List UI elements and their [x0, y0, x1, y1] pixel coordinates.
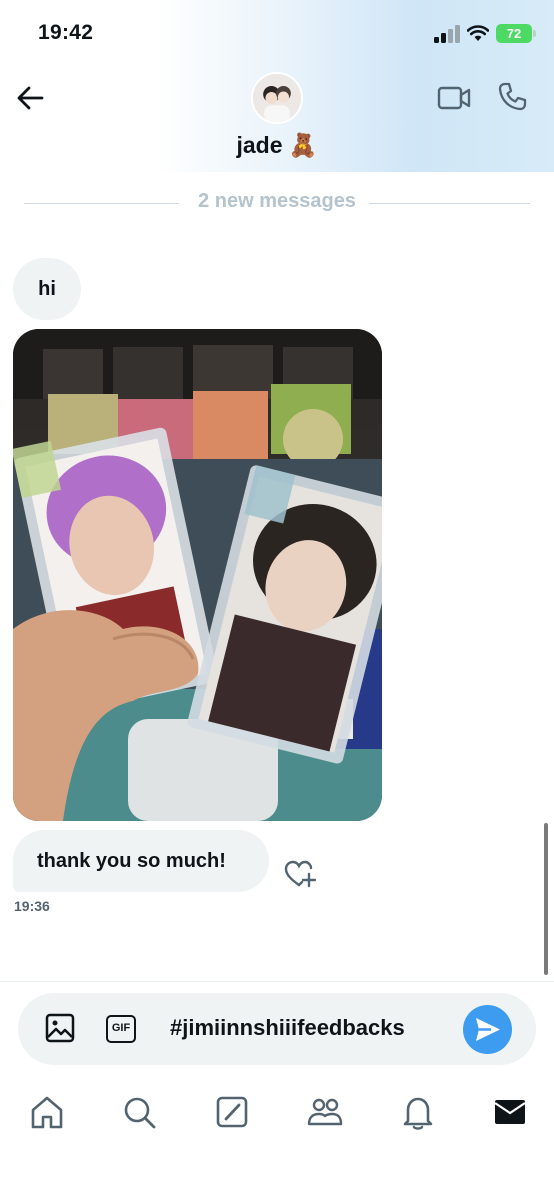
scrollbar[interactable]: [544, 823, 548, 975]
wifi-icon: [467, 25, 489, 41]
composer-divider: [0, 981, 554, 982]
photo-image: [13, 329, 382, 821]
status-time: 19:42: [38, 21, 94, 44]
image-icon[interactable]: [45, 1013, 75, 1043]
bell-icon[interactable]: [396, 1090, 440, 1134]
message-timestamp: 19:36: [14, 898, 50, 914]
gif-icon[interactable]: GIF: [106, 1015, 136, 1043]
message-photo[interactable]: [13, 329, 382, 821]
heart-plus-icon[interactable]: [283, 858, 317, 890]
new-messages-divider: 2 new messages: [24, 186, 530, 218]
video-call-icon[interactable]: [437, 83, 471, 113]
grok-icon[interactable]: [210, 1090, 254, 1134]
send-button[interactable]: [463, 1005, 512, 1054]
search-icon[interactable]: [117, 1090, 161, 1134]
status-bar: 19:42 72: [0, 0, 554, 66]
signal-icon: [434, 25, 460, 43]
message-bubble[interactable]: thank you so much!: [13, 830, 269, 892]
communities-icon[interactable]: [303, 1090, 347, 1134]
mail-icon[interactable]: [488, 1090, 532, 1134]
send-icon: [476, 1018, 500, 1041]
message-bubble[interactable]: hi: [13, 258, 81, 320]
contact-avatar[interactable]: [251, 72, 303, 124]
phone-icon[interactable]: [496, 81, 528, 113]
composer-input[interactable]: #jimiinnshiiifeedbacks: [170, 1015, 405, 1041]
bottom-nav: [0, 1090, 554, 1140]
avatar-image: [253, 74, 301, 122]
contact-name[interactable]: jade 🧸: [0, 132, 554, 159]
home-icon[interactable]: [25, 1090, 69, 1134]
new-messages-label: 2 new messages: [198, 190, 356, 212]
battery-nub: [533, 30, 536, 37]
back-arrow-icon[interactable]: [14, 82, 46, 114]
battery-indicator: 72: [496, 24, 532, 43]
